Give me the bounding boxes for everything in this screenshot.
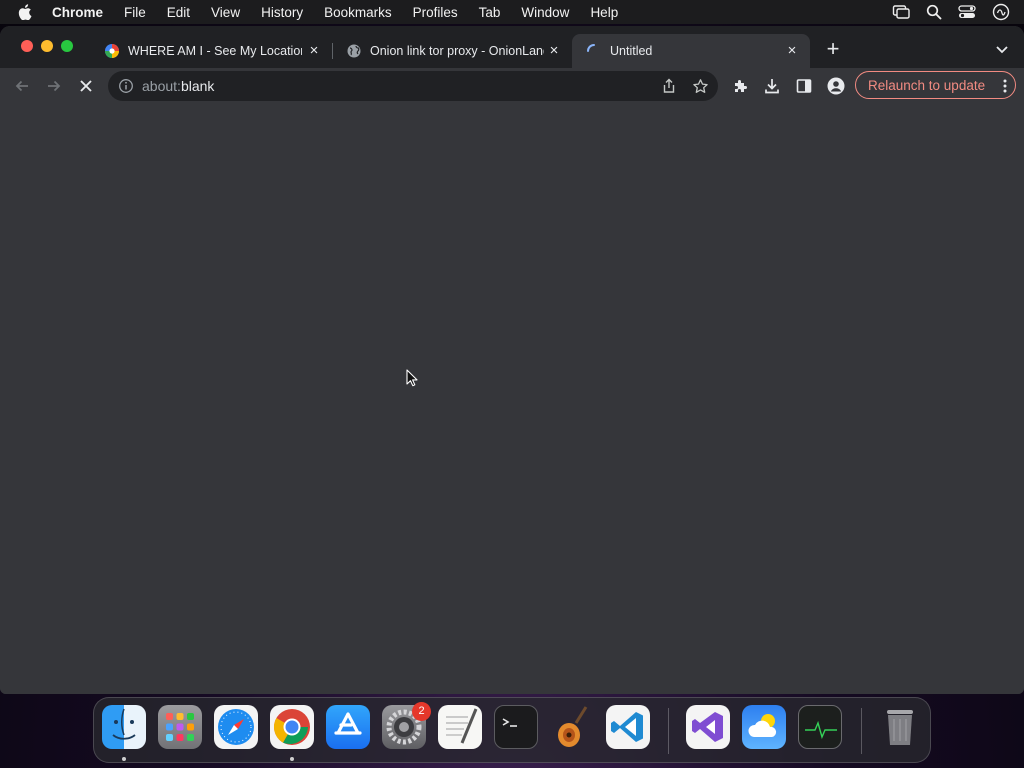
menu-bar: Chrome File Edit View History Bookmarks … <box>0 0 1024 24</box>
tab-title: Onion link tor proxy - OnionLand <box>370 44 544 58</box>
url-host: blank <box>180 78 215 94</box>
globe-icon <box>347 44 361 58</box>
tab-where-am-i[interactable]: WHERE AM I - See My Location × <box>90 34 332 68</box>
screen-mirroring-icon[interactable] <box>892 4 910 20</box>
menu-window[interactable]: Window <box>521 5 569 20</box>
dock-textedit-icon[interactable] <box>438 705 482 749</box>
notification-badge: 2 <box>412 702 431 721</box>
new-tab-button[interactable]: + <box>822 38 844 61</box>
side-panel-icon[interactable] <box>794 76 814 96</box>
page-content-blank[interactable] <box>0 104 1024 694</box>
profile-avatar-icon[interactable] <box>826 76 846 96</box>
dock <box>93 697 931 763</box>
siri-icon[interactable] <box>992 3 1010 21</box>
menu-app-name[interactable]: Chrome <box>52 5 103 20</box>
whereami-favicon-icon <box>105 44 119 58</box>
menu-history[interactable]: History <box>261 5 303 20</box>
relaunch-to-update-button[interactable]: Relaunch to update <box>855 71 1016 99</box>
share-icon[interactable] <box>659 76 679 96</box>
forward-arrow-icon <box>48 80 61 92</box>
dock-safari-icon[interactable] <box>214 705 258 749</box>
extensions-puzzle-icon[interactable] <box>730 76 750 96</box>
toolbar: about:blank Relaunch to update <box>0 68 1024 104</box>
address-url: about:blank <box>142 78 214 94</box>
stop-loading-button[interactable] <box>76 76 96 96</box>
dock-finder-icon[interactable] <box>102 705 146 749</box>
tab-close-button[interactable]: × <box>306 43 322 59</box>
forward-button[interactable] <box>44 76 64 96</box>
address-bar[interactable]: about:blank <box>108 71 718 101</box>
dock-activity-monitor-icon[interactable] <box>798 705 842 749</box>
menu-file[interactable]: File <box>124 5 146 20</box>
spotlight-search-icon[interactable] <box>926 4 942 20</box>
tab-close-button[interactable]: × <box>546 43 562 59</box>
menu-profiles[interactable]: Profiles <box>413 5 458 20</box>
tab-close-button[interactable]: × <box>784 43 800 59</box>
download-icon[interactable] <box>762 76 782 96</box>
tab-untitled[interactable]: Untitled × <box>572 34 810 68</box>
url-scheme: about: <box>142 78 181 94</box>
back-arrow-icon <box>15 80 28 92</box>
dock-vscode-icon[interactable] <box>606 705 650 749</box>
back-button[interactable] <box>12 76 32 96</box>
tab-strip: WHERE AM I - See My Location × Onion lin… <box>0 26 1024 68</box>
apple-menu-icon[interactable] <box>18 4 38 20</box>
dock-visual-studio-icon[interactable] <box>686 705 730 749</box>
control-center-icon[interactable] <box>958 4 976 20</box>
chrome-window: WHERE AM I - See My Location × Onion lin… <box>0 26 1024 694</box>
close-window-button[interactable] <box>21 40 33 52</box>
dock-app-store-icon[interactable] <box>326 705 370 749</box>
dock-trash-icon[interactable] <box>878 705 922 749</box>
minimize-window-button[interactable] <box>41 40 53 52</box>
site-info-icon[interactable] <box>118 78 134 94</box>
dock-launchpad-icon[interactable] <box>158 705 202 749</box>
running-indicator <box>290 757 294 761</box>
mouse-cursor-icon <box>406 369 418 387</box>
dock-garageband-icon[interactable] <box>550 705 594 749</box>
menu-tab[interactable]: Tab <box>479 5 501 20</box>
dock-separator <box>861 708 862 754</box>
relaunch-label: Relaunch to update <box>868 77 986 93</box>
menu-view[interactable]: View <box>211 5 240 20</box>
menu-help[interactable]: Help <box>590 5 618 20</box>
dock-weather-icon[interactable] <box>742 705 786 749</box>
loading-spinner-icon <box>587 44 595 52</box>
dock-chrome-icon[interactable] <box>270 705 314 749</box>
dock-separator <box>668 708 669 754</box>
bookmark-star-icon[interactable] <box>690 76 710 96</box>
tab-title: WHERE AM I - See My Location <box>128 44 302 58</box>
more-menu-icon[interactable] <box>1003 78 1007 94</box>
tab-title: Untitled <box>610 44 653 58</box>
dock-terminal-icon[interactable] <box>494 705 538 749</box>
menu-edit[interactable]: Edit <box>167 5 190 20</box>
zoom-window-button[interactable] <box>61 40 73 52</box>
running-indicator <box>122 757 126 761</box>
tab-onionland[interactable]: Onion link tor proxy - OnionLand × <box>332 34 572 68</box>
status-area <box>892 3 1010 21</box>
menu-bookmarks[interactable]: Bookmarks <box>324 5 392 20</box>
close-icon <box>80 80 92 92</box>
tab-search-chevron-icon[interactable] <box>993 40 1011 58</box>
